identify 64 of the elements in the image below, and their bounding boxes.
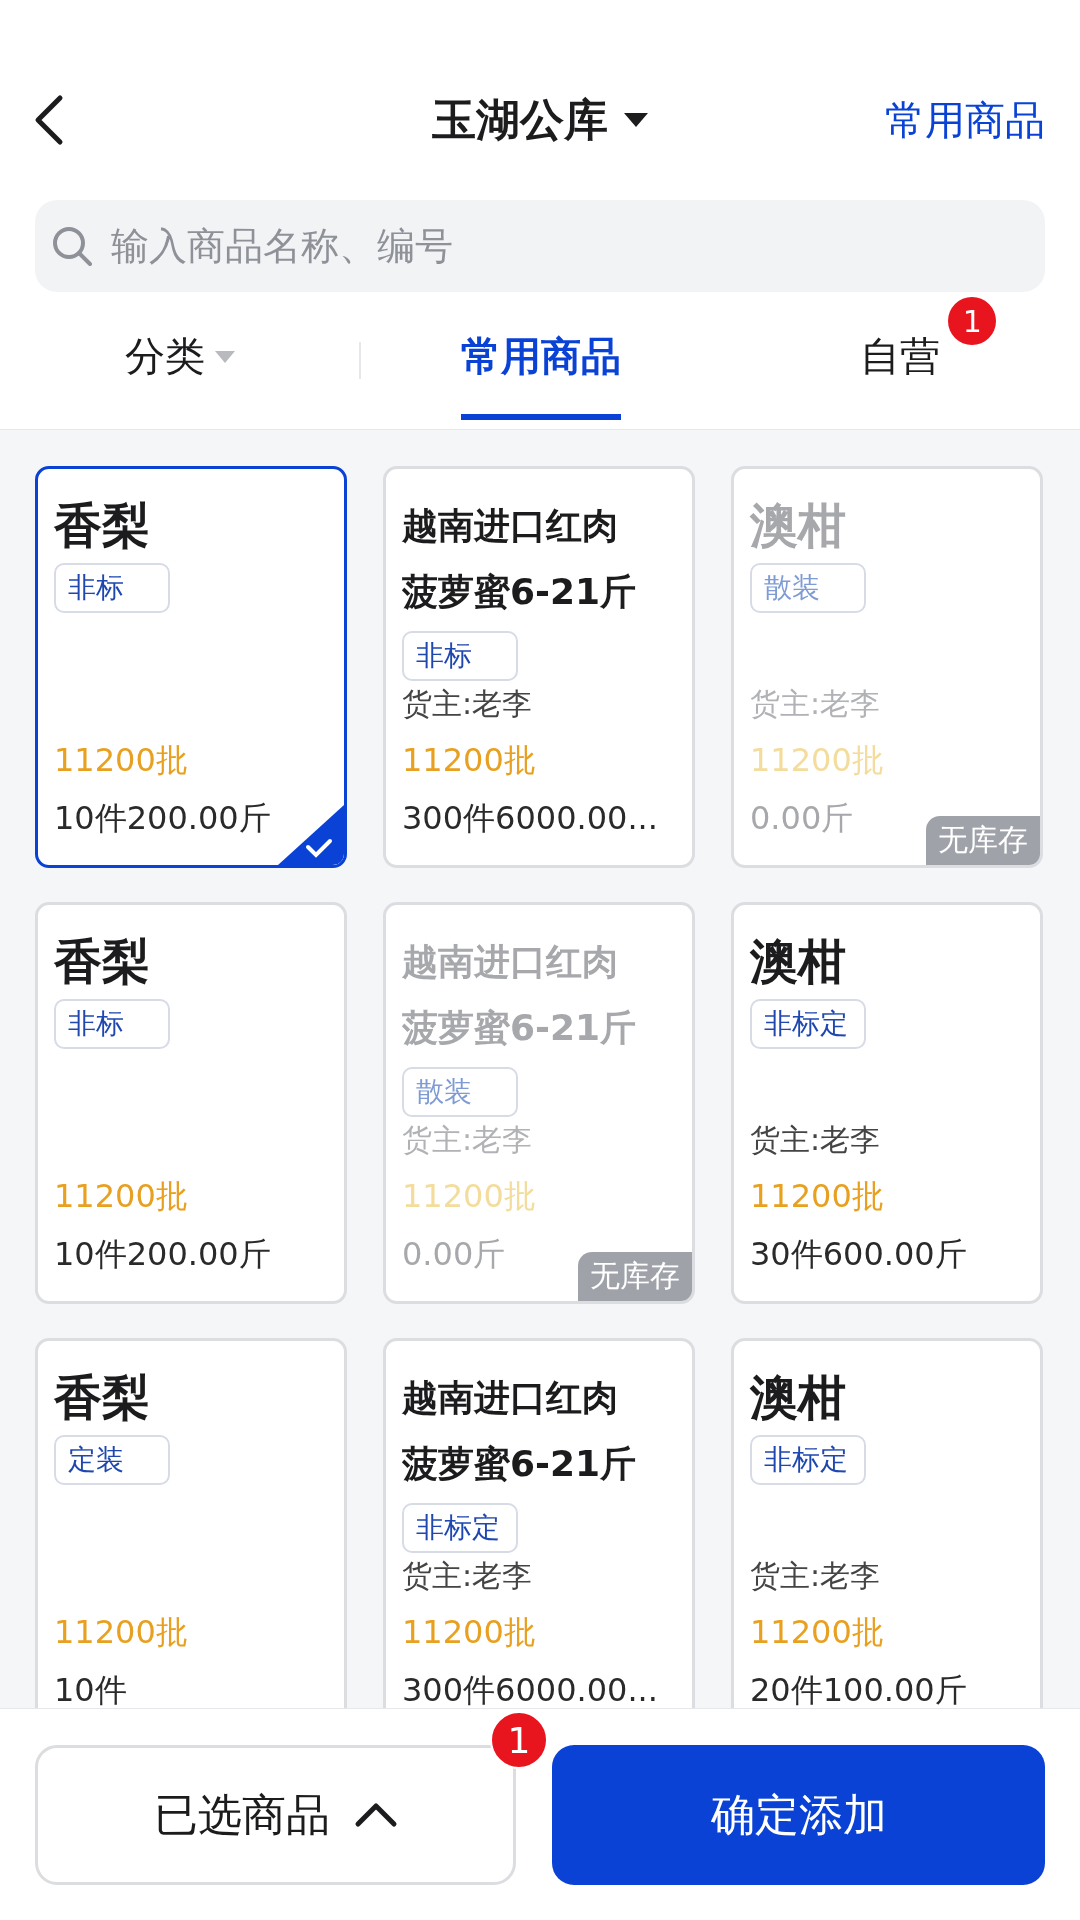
product-tag: 非标定 bbox=[402, 1503, 518, 1553]
product-card[interactable]: 澳柑 非标定 货主:老李 11200批 20件100.00斤 bbox=[731, 1338, 1043, 1708]
price-text: 11200批 bbox=[54, 740, 189, 781]
out-of-stock-label: 无库存 bbox=[578, 1252, 692, 1301]
stock-text: 300件6000.00... bbox=[402, 1670, 658, 1708]
out-of-stock-label: 无库存 bbox=[926, 816, 1040, 865]
product-tag: 非标 bbox=[54, 999, 170, 1049]
stock-text: 10件200.00斤 bbox=[54, 1234, 271, 1275]
stock-text: 30件600.00斤 bbox=[750, 1234, 967, 1275]
check-corner-icon bbox=[278, 805, 344, 865]
stock-text: 10件 bbox=[54, 1670, 127, 1708]
product-name: 香梨 bbox=[54, 496, 151, 555]
warehouse-title[interactable]: 玉湖公库 bbox=[432, 90, 608, 150]
stock-text: 0.00斤 bbox=[402, 1234, 506, 1275]
price-text: 11200批 bbox=[54, 1612, 189, 1653]
product-name: 香梨 bbox=[54, 932, 151, 991]
product-name: 越南进口红肉菠萝蜜6-21斤 bbox=[402, 504, 638, 614]
category-tab[interactable]: 分类 bbox=[124, 301, 235, 420]
product-tag: 非标 bbox=[54, 563, 170, 613]
price-text: 11200批 bbox=[750, 1612, 885, 1653]
price-text: 11200批 bbox=[402, 1176, 537, 1217]
product-name: 澳柑 bbox=[750, 932, 847, 991]
price-text: 11200批 bbox=[402, 740, 537, 781]
confirm-add-button[interactable]: 确定添加 bbox=[552, 1745, 1045, 1885]
price-text: 11200批 bbox=[750, 1176, 885, 1217]
search-icon bbox=[51, 225, 93, 267]
product-name: 澳柑 bbox=[750, 1368, 847, 1427]
caret-icon bbox=[214, 350, 235, 363]
product-card[interactable]: 香梨 非标 11200批 10件200.00斤 bbox=[35, 902, 347, 1304]
owner-text: 货主:老李 bbox=[402, 1121, 534, 1159]
owner-text: 货主:老李 bbox=[750, 685, 882, 723]
product-name: 越南进口红肉菠萝蜜6-21斤 bbox=[402, 940, 638, 1050]
stock-text: 10件200.00斤 bbox=[54, 798, 271, 839]
product-tag: 散装 bbox=[402, 1067, 518, 1117]
product-tag: 非标 bbox=[402, 631, 518, 681]
product-tag: 散装 bbox=[750, 563, 866, 613]
frequent-items-link[interactable]: 常用商品 bbox=[885, 92, 1045, 148]
stock-text: 0.00斤 bbox=[750, 798, 854, 839]
product-card[interactable]: 越南进口红肉菠萝蜜6-21斤 非标 货主:老李 11200批 300件6000.00... bbox=[383, 466, 695, 868]
product-card[interactable]: 越南进口红肉菠萝蜜6-21斤 非标定 货主:老李 11200批 300件6000.00... bbox=[383, 1338, 695, 1708]
search-field[interactable]: 输入商品名称、编号 bbox=[35, 200, 1045, 292]
stock-text: 20件100.00斤 bbox=[750, 1670, 967, 1708]
product-tag: 定装 bbox=[54, 1435, 170, 1485]
price-text: 11200批 bbox=[402, 1612, 537, 1653]
product-tag: 非标定 bbox=[750, 999, 866, 1049]
count-badge: 1 bbox=[490, 1711, 548, 1769]
owner-text: 货主:老李 bbox=[402, 685, 534, 723]
category-tab[interactable]: 常用商品 bbox=[461, 301, 621, 420]
stock-text: 300件6000.00... bbox=[402, 798, 658, 839]
owner-text: 货主:老李 bbox=[402, 1557, 534, 1595]
price-text: 11200批 bbox=[54, 1176, 189, 1217]
owner-text: 货主:老李 bbox=[750, 1557, 882, 1595]
owner-text: 货主:老李 bbox=[750, 1121, 882, 1159]
count-badge: 1 bbox=[948, 297, 997, 345]
price-text: 11200批 bbox=[750, 740, 885, 781]
product-tag: 非标定 bbox=[750, 1435, 866, 1485]
product-name: 香梨 bbox=[54, 1368, 151, 1427]
product-name: 越南进口红肉菠萝蜜6-21斤 bbox=[402, 1376, 638, 1486]
chevron-up-icon bbox=[353, 1802, 398, 1828]
product-card[interactable]: 香梨 定装 11200批 10件 bbox=[35, 1338, 347, 1708]
product-card[interactable]: 香梨 非标 11200批 10件200.00斤 bbox=[35, 466, 347, 868]
product-name: 澳柑 bbox=[750, 496, 847, 555]
product-card[interactable]: 澳柑 非标定 货主:老李 11200批 30件600.00斤 bbox=[731, 902, 1043, 1304]
caret-icon[interactable] bbox=[624, 113, 648, 127]
